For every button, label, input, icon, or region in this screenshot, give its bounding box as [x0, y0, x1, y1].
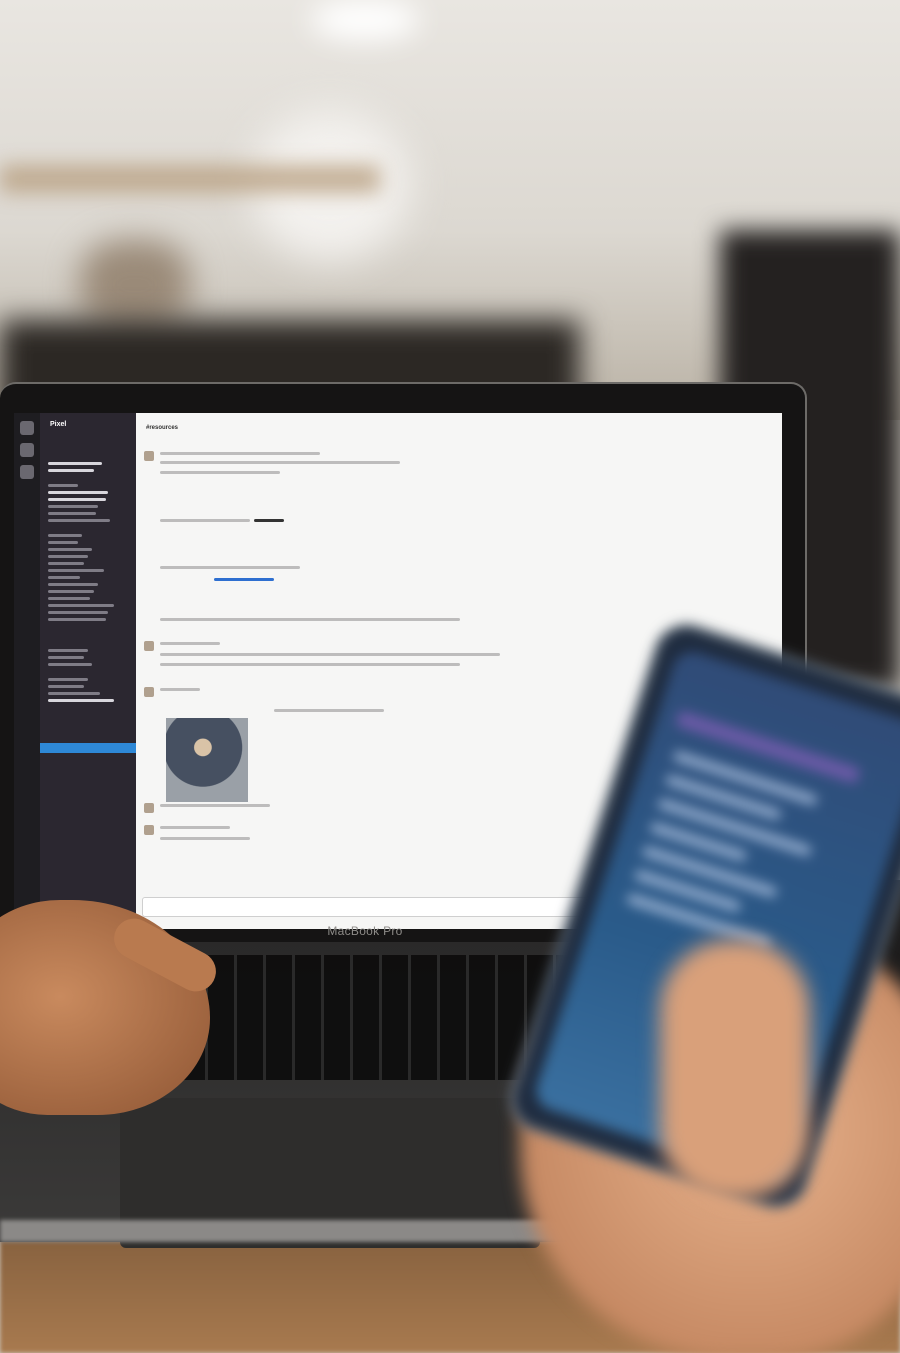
sidebar-item[interactable]	[48, 469, 94, 472]
active-channel[interactable]	[40, 743, 136, 753]
sidebar-item[interactable]	[48, 685, 84, 688]
message-text	[160, 519, 250, 522]
shared-photo[interactable]	[166, 718, 248, 802]
sidebar-item[interactable]	[48, 555, 88, 558]
phone-list-item[interactable]	[657, 798, 813, 857]
sidebar-item[interactable]	[48, 663, 92, 666]
message-text	[160, 566, 300, 569]
sidebar-item[interactable]	[48, 512, 96, 515]
message-text	[160, 452, 320, 455]
message-text	[160, 642, 220, 645]
sidebar-item[interactable]	[48, 692, 100, 695]
message-text	[160, 471, 280, 474]
phone-header-bar	[675, 710, 861, 785]
sidebar-item[interactable]	[48, 597, 90, 600]
sidebar-item[interactable]	[48, 562, 84, 565]
sidebar-section	[48, 484, 78, 487]
sidebar-item[interactable]	[48, 519, 110, 522]
sidebar-item[interactable]	[48, 611, 108, 614]
sidebar-section	[48, 678, 88, 681]
avatar	[144, 803, 154, 813]
message-text	[160, 663, 460, 666]
message-text	[160, 461, 400, 464]
phone-list-item[interactable]	[641, 845, 778, 898]
sidebar-item[interactable]	[48, 590, 94, 593]
avatar	[144, 825, 154, 835]
channel-header[interactable]: #resources	[146, 425, 178, 431]
message-text	[160, 804, 270, 807]
workspace-icon-2[interactable]	[20, 443, 34, 457]
sidebar-item[interactable]	[48, 541, 78, 544]
sidebar-item[interactable]	[48, 491, 108, 494]
message-text	[160, 826, 230, 829]
workspace-rail	[14, 413, 40, 929]
sidebar-item[interactable]	[48, 656, 84, 659]
message-text	[160, 618, 460, 621]
sidebar-item[interactable]	[48, 462, 102, 465]
sidebar-item[interactable]	[48, 618, 106, 621]
sidebar-item[interactable]	[48, 649, 88, 652]
blurred-object	[80, 240, 190, 330]
sidebar-section	[48, 534, 82, 537]
sidebar-item[interactable]	[48, 498, 106, 501]
message-text	[160, 653, 500, 656]
laptop-brand-label: MacBook Pro	[327, 924, 403, 938]
thumb	[660, 940, 810, 1200]
link[interactable]	[214, 578, 274, 581]
sidebar-item[interactable]	[48, 583, 98, 586]
workspace-name[interactable]: Pixel	[40, 413, 136, 428]
photo-scene: Pixel #resources MacBook Pro	[0, 0, 900, 1353]
avatar	[144, 641, 154, 651]
wall-shelf	[0, 165, 380, 193]
message-text	[160, 688, 200, 691]
sidebar-item[interactable]	[48, 505, 98, 508]
message-text	[274, 709, 384, 712]
sidebar-item[interactable]	[48, 548, 92, 551]
message-text	[254, 519, 284, 522]
sidebar-item[interactable]	[48, 699, 114, 702]
slack-sidebar: Pixel	[40, 413, 136, 929]
workspace-icon[interactable]	[20, 421, 34, 435]
sidebar-item[interactable]	[48, 604, 114, 607]
sidebar-item[interactable]	[48, 569, 104, 572]
avatar	[144, 451, 154, 461]
sidebar-item[interactable]	[48, 576, 80, 579]
ceiling-light	[310, 0, 420, 40]
avatar	[144, 687, 154, 697]
message-text	[160, 837, 250, 840]
workspace-icon-3[interactable]	[20, 465, 34, 479]
